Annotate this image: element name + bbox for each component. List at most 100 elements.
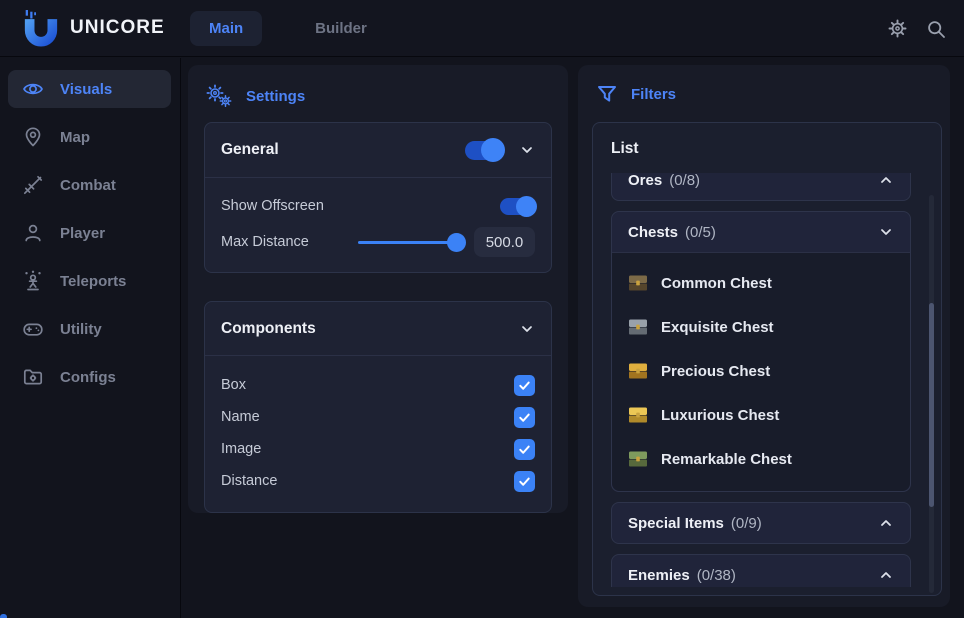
chevron-up-icon[interactable] [878,173,894,188]
map-pin-icon [22,126,44,148]
sidebar-item-map[interactable]: Map [8,118,171,156]
sidebar-item-player[interactable]: Player [8,214,171,252]
slider-thumb[interactable] [447,233,466,252]
general-title: General [221,141,465,159]
component-label: Name [221,409,514,425]
sidebar-item-label: Teleports [60,273,126,290]
chest-icon [628,274,648,292]
general-card-header[interactable]: General [205,123,551,177]
chevron-up-icon[interactable] [878,567,894,583]
scrollbar-thumb[interactable] [929,303,934,507]
settings-header: Settings [188,65,568,118]
chevron-up-icon[interactable] [878,515,894,531]
filter-section-ores: Ores (0/8) [611,173,911,201]
max-distance-slider[interactable] [358,241,458,244]
sidebar-item-visuals[interactable]: Visuals [8,70,171,108]
sidebar-item-utility[interactable]: Utility [8,310,171,348]
filters-header: Filters [578,65,950,114]
top-bar: UNICORE Main Builder [0,0,964,57]
filter-section-chests: Chests (0/5) Common Chest Exquisite Ches… [611,211,911,492]
list-title: List [593,123,941,169]
unicore-logo-icon [24,10,58,46]
tab-builder[interactable]: Builder [296,11,386,46]
general-toggle[interactable] [465,141,503,160]
checkbox[interactable] [514,471,535,492]
sidebar-item-configs[interactable]: Configs [8,358,171,396]
filters-title: Filters [631,86,676,103]
list-item[interactable]: Luxurious Chest [612,393,910,437]
sidebar-item-label: Combat [60,177,116,194]
app-window: UNICORE Main Builder Visuals [0,0,964,618]
brand-title: UNICORE [70,17,165,39]
sidebar-item-combat[interactable]: Combat [8,166,171,204]
filter-list-scroll-area[interactable]: Ores (0/8) Chests (0/5) Common Chest [611,173,911,587]
filter-section-header[interactable]: Special Items (0/9) [612,503,910,543]
sidebar-item-label: Map [60,129,90,146]
filter-section-title: Enemies [628,567,690,584]
filter-section-enemies: Enemies (0/38) [611,554,911,587]
filters-panel: Filters List Ores (0/8) Chests (0/5) [578,65,950,607]
filter-section-header[interactable]: Chests (0/5) [612,212,910,252]
list-item[interactable]: Remarkable Chest [612,437,910,481]
filter-list-card: List Ores (0/8) Chests (0/5) Common [592,122,942,596]
chevron-down-icon[interactable] [519,321,535,337]
filter-section-body: Common Chest Exquisite Chest Precious Ch… [612,252,910,491]
checkbox[interactable] [514,439,535,460]
sidebar-item-label: Visuals [60,81,112,98]
gears-icon [206,84,233,108]
search-icon[interactable] [926,19,946,39]
folder-gear-icon [22,366,44,388]
teleport-icon [22,270,44,292]
components-card-header[interactable]: Components [205,302,551,355]
component-row: Box [205,369,551,401]
checkbox[interactable] [514,375,535,396]
filter-section-count: (0/38) [697,567,736,584]
list-item-label: Luxurious Chest [661,407,779,424]
chevron-down-icon[interactable] [878,224,894,240]
gear-icon[interactable] [887,18,908,39]
list-item-label: Common Chest [661,275,772,292]
filter-section-count: (0/9) [731,515,762,532]
person-icon [22,222,44,244]
component-row: Distance [205,465,551,497]
components-title: Components [221,320,503,338]
general-card: General Show Offscreen Max Distance 500.… [204,122,552,273]
show-offscreen-label: Show Offscreen [221,198,324,214]
filter-section-count: (0/5) [685,224,716,241]
max-distance-value[interactable]: 500.0 [474,227,535,257]
filter-funnel-icon [596,84,618,104]
settings-title: Settings [246,88,305,105]
top-bar-actions [887,0,946,57]
filter-section-special-items: Special Items (0/9) [611,502,911,544]
chest-icon [628,318,648,336]
list-item[interactable]: Common Chest [612,261,910,305]
chest-icon [628,362,648,380]
sidebar-item-label: Utility [60,321,102,338]
filter-section-title: Chests [628,224,678,241]
chest-icon [628,406,648,424]
filter-section-title: Ores [628,173,662,189]
sidebar-item-label: Configs [60,369,116,386]
component-row: Image [205,433,551,465]
component-row: Name [205,401,551,433]
list-item-label: Remarkable Chest [661,451,792,468]
components-card: Components Box Name Image Distance [204,301,552,513]
components-card-body: Box Name Image Distance [205,356,551,512]
checkbox[interactable] [514,407,535,428]
filter-section-title: Special Items [628,515,724,532]
filter-section-header[interactable]: Ores (0/8) [612,173,910,200]
component-label: Box [221,377,514,393]
list-item[interactable]: Precious Chest [612,349,910,393]
sidebar-item-teleports[interactable]: Teleports [8,262,171,300]
show-offscreen-toggle[interactable] [500,198,535,215]
settings-panel: Settings General Show Offscreen Max Dist… [188,65,568,513]
sword-icon [22,174,44,196]
filter-section-header[interactable]: Enemies (0/38) [612,555,910,587]
top-tabs: Main Builder [190,0,386,57]
max-distance-label: Max Distance [221,234,309,250]
chest-icon [628,450,648,468]
list-item[interactable]: Exquisite Chest [612,305,910,349]
corner-accent [0,614,7,618]
chevron-down-icon[interactable] [519,142,535,158]
tab-main[interactable]: Main [190,11,262,46]
